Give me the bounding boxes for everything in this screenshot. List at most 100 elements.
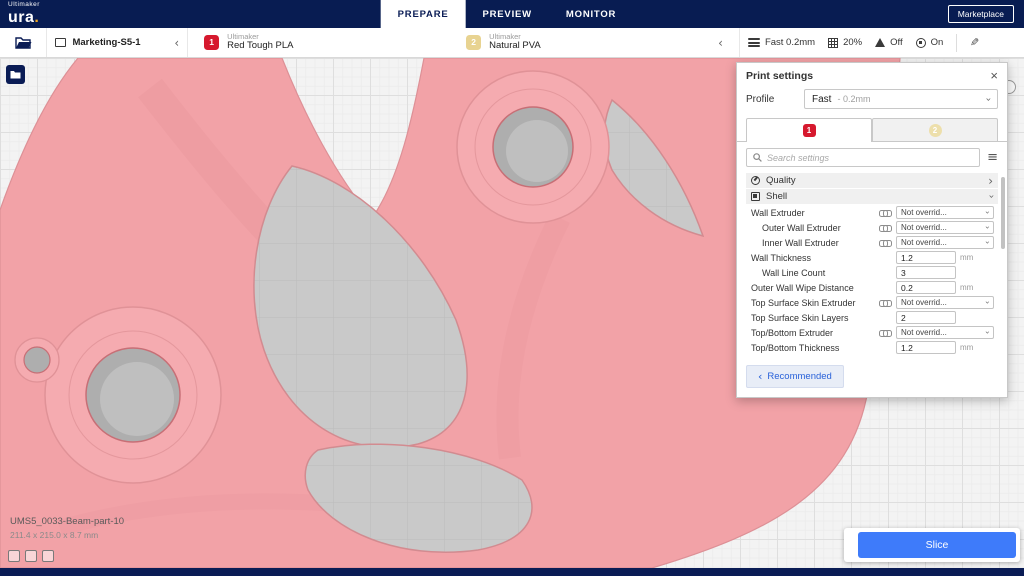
setting-unit: mm [956,343,978,352]
setting-value: 1.2 [901,343,913,353]
close-icon[interactable]: × [990,69,998,82]
object-tool-icon[interactable] [25,550,37,562]
setting-label: Top Surface Skin Layers [751,313,896,323]
setting-label: Top/Bottom Thickness [751,343,896,353]
setting-value: 0.2 [901,283,913,293]
setting-label: Top Surface Skin Extruder [751,298,879,308]
chevron-down-icon: › [983,211,992,214]
link-icon[interactable] [879,329,891,336]
setting-dropdown[interactable]: Not overrid...› [896,221,994,234]
link-icon[interactable] [879,224,891,231]
category-label: Shell [766,191,989,202]
settings-list: Quality›Shell›Wall ExtruderNot overrid..… [737,173,1007,357]
setting-dropdown[interactable]: Not overrid...› [896,296,994,309]
tab-preview[interactable]: PREVIEW [466,0,549,28]
profile-dropdown[interactable]: Fast - 0.2mm › [804,89,998,109]
setting-dropdown[interactable]: Not overrid...› [896,236,994,249]
search-icon [753,153,762,162]
shell-icon [751,192,760,201]
summary-infill: 20% [843,37,862,48]
extruder-2-icon: 2 [466,35,481,50]
marketplace-button[interactable]: Marketplace [948,5,1014,23]
extruder-2-material: Natural PVA [489,41,541,52]
edit-pencil-icon[interactable]: ✎ [970,36,979,49]
setting-value-field[interactable]: 0.2 [896,281,956,294]
profile-value: Fast [812,94,831,105]
tab-monitor[interactable]: MONITOR [549,0,633,28]
extruder-1-card[interactable]: 1 Ultimaker Red Tough PLA [194,33,456,53]
extruder-configuration: 1 Ultimaker Red Tough PLA 2 Ultimaker Na… [188,28,740,57]
settings-category-quality[interactable]: Quality› [746,173,998,188]
model-name: UMS5_0033-Beam-part-10 [10,516,124,527]
setting-label: Outer Wall Extruder [751,223,879,233]
panel-title: Print settings [746,70,990,82]
slice-button[interactable]: Slice [858,532,1016,558]
setting-row: Wall Thickness1.2mm [746,250,998,265]
summary-profile: Fast 0.2mm [765,37,815,48]
configuration-collapse-chevron[interactable]: ‹ [718,36,733,50]
profile-label: Profile [746,94,794,105]
setting-row: Top Surface Skin Extruder Not overrid...› [746,295,998,310]
extruder-tab-1[interactable]: 1 [746,118,872,141]
setting-value-field[interactable]: 1.2 [896,251,956,264]
setting-value-field[interactable]: 1.2 [896,341,956,354]
printer-collapse-chevron: ‹ [174,36,179,50]
open-file-floating-button[interactable] [6,65,25,84]
brand-cura-text: ura [8,9,34,26]
configuration-toolbar: Marketing-S5-1 ‹ 1 Ultimaker Red Tough P… [0,28,1024,58]
setting-label: Outer Wall Wipe Distance [751,283,896,293]
settings-category-shell[interactable]: Shell› [746,189,998,204]
search-settings-input[interactable] [767,153,973,163]
setting-row: Inner Wall Extruder Not overrid...› [746,235,998,250]
setting-label: Wall Line Count [751,268,896,278]
setting-value: Not overrid... [901,223,986,232]
link-icon[interactable] [879,299,891,306]
setting-label: Wall Thickness [751,253,896,263]
setting-dropdown[interactable]: Not overrid...› [896,206,994,219]
recommended-mode-button[interactable]: ‹ Recommended [746,365,844,388]
cura-logo: Ultimaker ura. [0,2,40,26]
setting-label: Inner Wall Extruder [751,238,879,248]
chevron-down-icon: › [983,301,992,304]
selected-model-info: UMS5_0033-Beam-part-10 211.4 x 215.0 x 8… [10,516,124,540]
printer-selector[interactable]: Marketing-S5-1 ‹ [47,28,188,57]
setting-row: Top Surface Skin Layers 2 [746,310,998,325]
setting-label: Wall Extruder [751,208,879,218]
layers-icon [748,38,760,47]
top-bar: Ultimaker ura. PREPARE PREVIEW MONITOR M… [0,0,1024,28]
setting-row: Wall Extruder Not overrid...› [746,205,998,220]
open-file-button[interactable] [0,28,47,57]
extruder-1-tab-icon: 1 [803,124,816,137]
setting-value-field[interactable]: 3 [896,266,956,279]
extruder-2-card[interactable]: 2 Ultimaker Natural PVA [456,33,718,53]
print-settings-panel: Print settings × Profile Fast - 0.2mm › … [736,62,1008,398]
setting-dropdown[interactable]: Not overrid...› [896,326,994,339]
link-icon[interactable] [879,239,891,246]
setting-value: 2 [901,313,906,323]
small-boss-hole [24,347,50,373]
setting-label: Top/Bottom Extruder [751,328,879,338]
brand-dot: . [34,9,38,26]
extruder-1-icon: 1 [204,35,219,50]
hub-b-hole-floor [100,362,174,436]
profile-row: Profile Fast - 0.2mm › [737,87,1007,116]
search-settings-box[interactable] [746,148,980,167]
link-icon[interactable] [879,209,891,216]
folder-icon [10,70,21,79]
settings-menu-icon[interactable]: ≡ [987,150,998,165]
stage-tabs: PREPARE PREVIEW MONITOR [381,0,634,28]
setting-value: 1.2 [901,253,913,263]
print-settings-summary-button[interactable]: Fast 0.2mm 20% Off On ✎ [740,28,1024,57]
profile-hint: - 0.2mm [837,94,986,104]
settings-scrollbar[interactable] [1001,177,1005,249]
object-tool-icon[interactable] [42,550,54,562]
search-row: ≡ [737,142,1007,173]
extruder-tab-2[interactable]: 2 [872,118,998,141]
category-label: Quality [766,175,988,186]
tab-prepare[interactable]: PREPARE [381,0,466,28]
setting-value-field[interactable]: 2 [896,311,956,324]
object-tool-icon[interactable] [8,550,20,562]
extruder-2-tab-icon: 2 [929,124,942,137]
chevron-down-icon: › [983,241,992,244]
bottom-window-strip [0,568,1024,576]
